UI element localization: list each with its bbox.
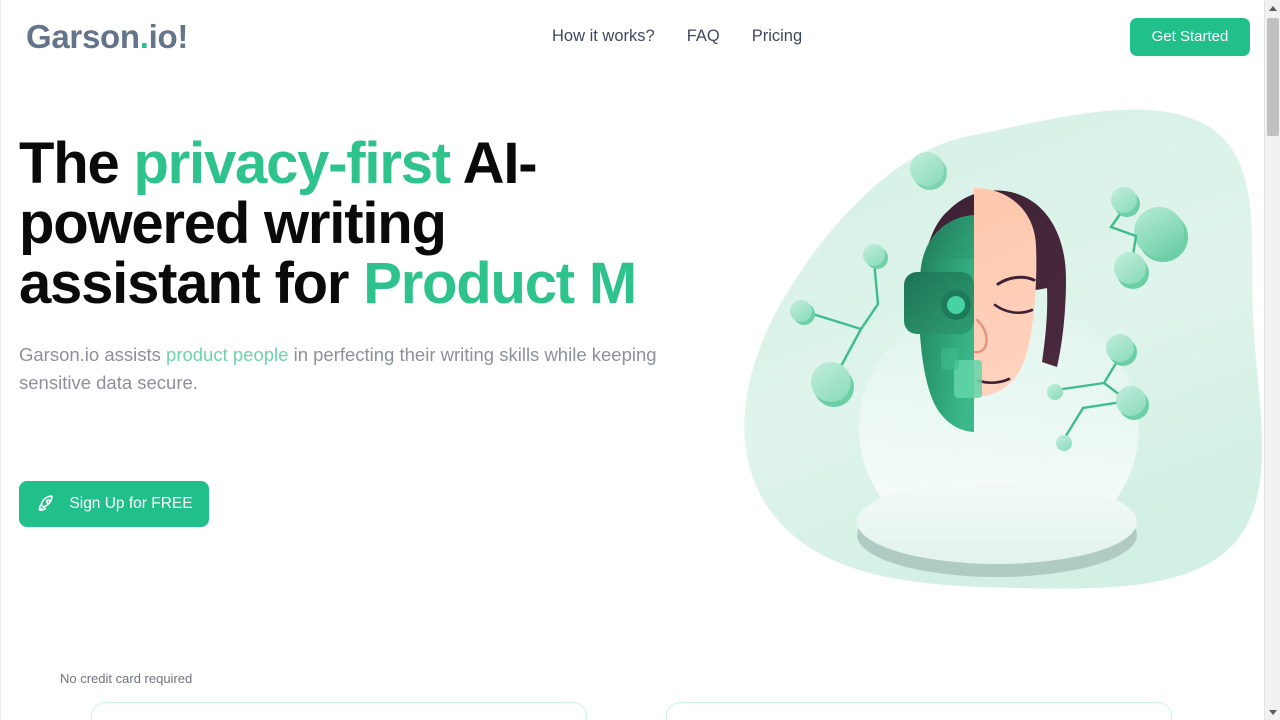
hero-heading: The privacy-first AI-powered writing ass… (19, 134, 679, 314)
hero-section: The privacy-first AI-powered writing ass… (19, 134, 679, 686)
no-credit-card-note: No credit card required (60, 671, 193, 686)
nav-link-pricing[interactable]: Pricing (752, 25, 802, 47)
browser-viewport: Garson.io! How it works? FAQ Pricing Get… (0, 0, 1280, 720)
hero-illustration (721, 98, 1264, 593)
nav-link-how-it-works[interactable]: How it works? (552, 25, 655, 47)
nav-link-faq[interactable]: FAQ (687, 25, 720, 47)
hero-heading-part1: The (19, 131, 134, 196)
get-started-button[interactable]: Get Started (1130, 18, 1250, 56)
site-logo[interactable]: Garson.io! (26, 17, 188, 57)
logo-text-main: Garson (26, 18, 140, 55)
scroll-up-arrow[interactable] (1265, 0, 1280, 16)
hero-heading-accent-privacy: privacy-first (133, 131, 451, 196)
rocket-icon (35, 493, 57, 515)
scroll-down-arrow[interactable] (1265, 704, 1280, 720)
site-header: Garson.io! How it works? FAQ Pricing Get… (1, 0, 1264, 74)
scroll-thumb[interactable] (1267, 18, 1279, 136)
page-content: Garson.io! How it works? FAQ Pricing Get… (0, 0, 1264, 720)
hero-subtitle: Garson.io assists product people in perf… (19, 341, 674, 397)
feature-card-left[interactable] (91, 702, 587, 720)
hero-heading-accent-product: Product M (363, 251, 637, 316)
logo-dot: . (139, 18, 149, 55)
vertical-scrollbar[interactable] (1264, 0, 1280, 720)
main-navigation: How it works? FAQ Pricing (552, 25, 802, 47)
signup-button-label: Sign Up for FREE (69, 495, 193, 512)
hero-subtitle-accent: product people (166, 344, 289, 365)
logo-text-tail: io! (148, 18, 189, 55)
signup-for-free-button[interactable]: Sign Up for FREE (19, 481, 209, 527)
hero-subtitle-part1: Garson.io assists (19, 344, 167, 365)
feature-card-right[interactable] (666, 702, 1172, 720)
